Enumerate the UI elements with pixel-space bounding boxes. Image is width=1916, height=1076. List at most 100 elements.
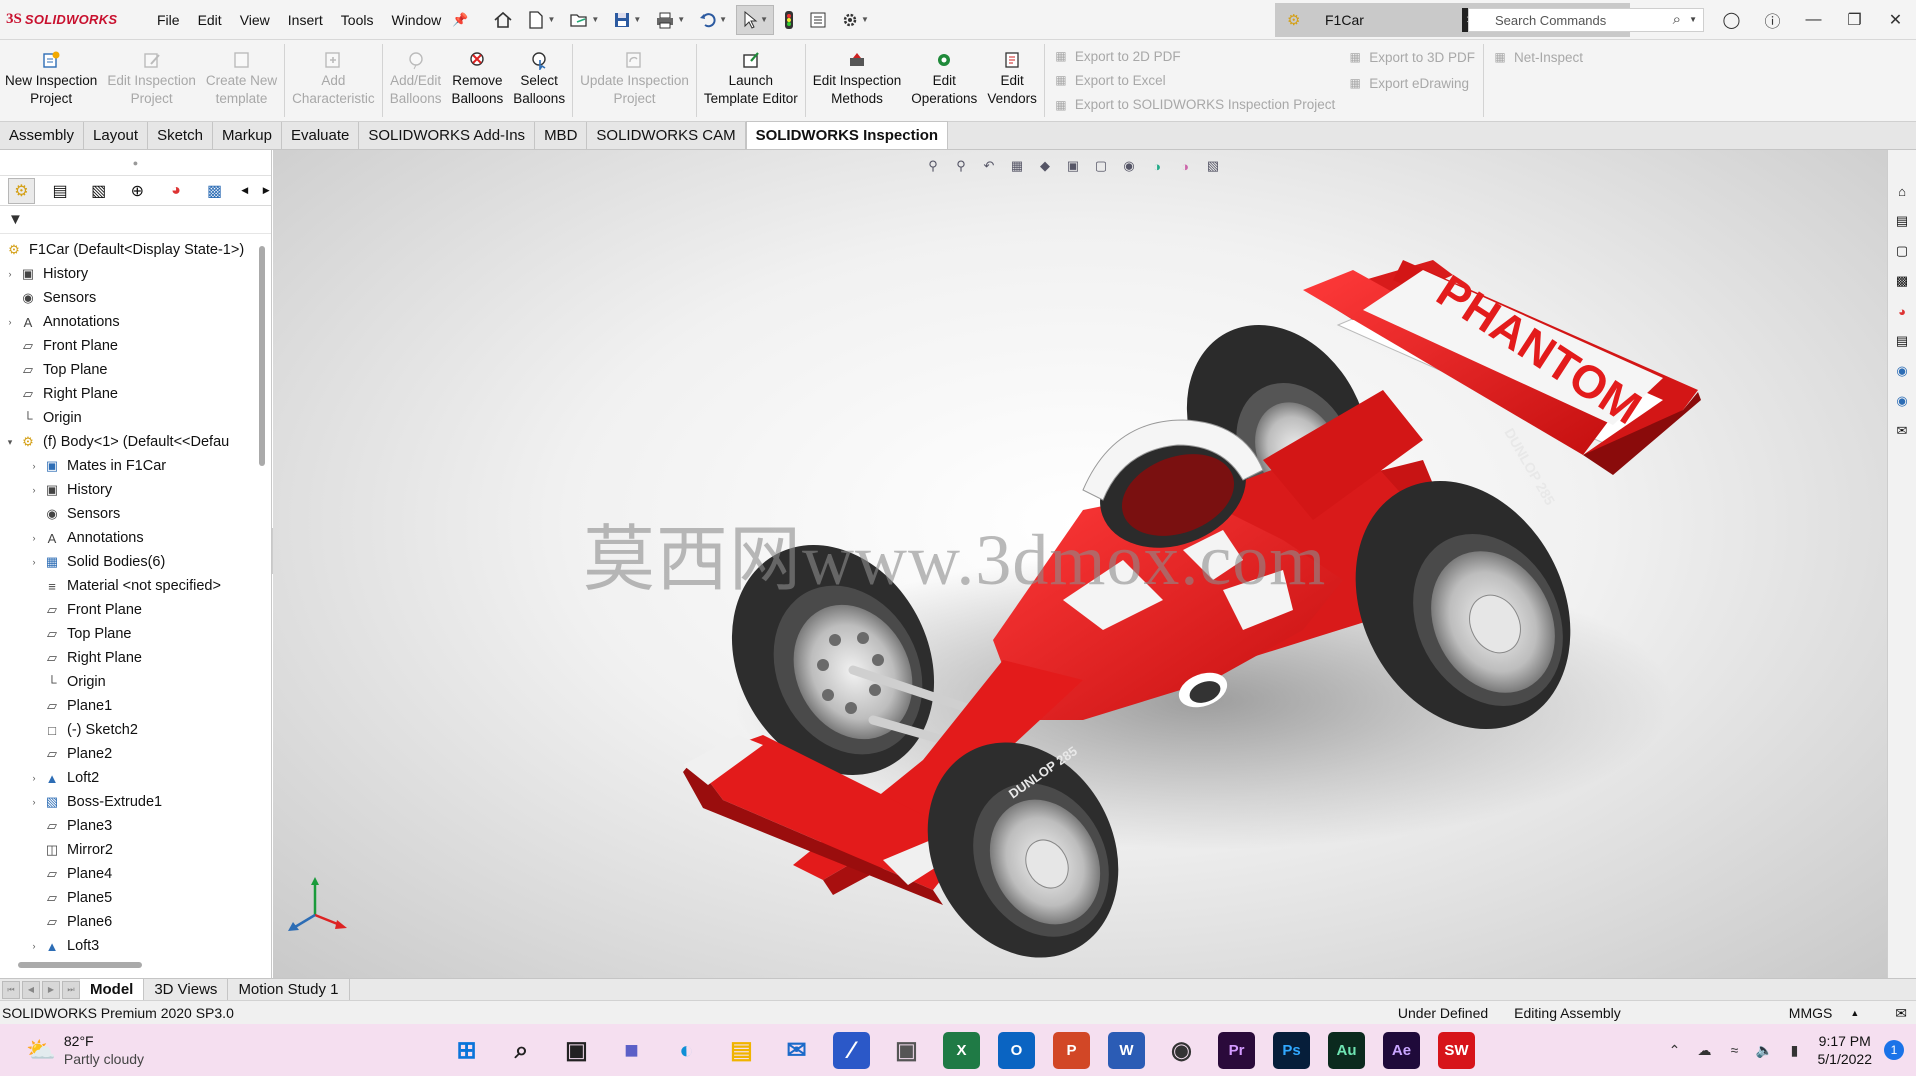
dimxpert-manager-tab-icon[interactable]: ⊕ [124,178,151,204]
tree-node[interactable]: › ▧ Boss-Extrude1 [0,790,256,814]
configuration-manager-tab-icon[interactable]: ▧ [85,178,112,204]
feature-manager-tab-icon[interactable]: ⚙ [8,177,35,204]
tree-node[interactable]: ◫ Mirror2 [0,838,256,862]
add-characteristic-button[interactable]: Add Characteristic [287,40,380,121]
status-comments-icon[interactable]: ✉ [1886,1005,1916,1022]
menu-window[interactable]: Window [382,12,450,28]
home-button[interactable] [488,5,518,35]
tab-evaluate[interactable]: Evaluate [282,122,360,149]
expand-arrow-icon[interactable]: › [28,533,40,543]
search-app[interactable]: ⌕ [503,1032,540,1069]
mail-app[interactable]: ✉ [778,1032,815,1069]
tree-node[interactable]: ▱ Front Plane [0,334,256,358]
tree-node[interactable]: ◉ Sensors [0,286,256,310]
tab-mbd[interactable]: MBD [535,122,588,149]
export-3d-pdf-button[interactable]: ▦ Export to 3D PDF [1347,44,1475,70]
tree-root[interactable]: ⚙ F1Car (Default<Display State-1>) [0,238,256,262]
edit-operations-button[interactable]: Edit Operations [906,40,982,121]
tree-node[interactable]: › ▦ Solid Bodies(6) [0,550,256,574]
unit-menu-icon[interactable]: ▲ [1841,1008,1868,1018]
tree-filter-row[interactable]: ▼​ [0,206,271,234]
tab-model[interactable]: Model [80,978,145,1001]
task-view-app[interactable]: ▣ [558,1032,595,1069]
tree-node[interactable]: ▾ ⚙ (f) Body<1> (Default<<Defau [0,430,256,454]
property-manager-tab-icon[interactable]: ▤ [47,178,74,204]
weather-widget[interactable]: ⛅ 82°F Partly cloudy [26,1032,426,1068]
restore-button[interactable]: ❐ [1834,10,1875,30]
collapse-arrow-icon[interactable]: ▾ [4,437,16,448]
chrome-app[interactable]: ◉ [1163,1032,1200,1069]
net-inspect-button[interactable]: ▦ Net-Inspect [1492,44,1583,70]
tab-motion-study-1[interactable]: Motion Study 1 [228,978,350,1001]
select-button[interactable]: ▼ [736,4,774,35]
tree-node[interactable]: › ▲ Loft2 [0,766,256,790]
export-sw-inspection-button[interactable]: ▦ Export to SOLIDWORKS Inspection Project [1053,93,1335,117]
new-inspection-project-button[interactable]: New Inspection Project [0,40,102,121]
premiere-app[interactable]: Pr [1218,1032,1255,1069]
edge-app[interactable]: ◐ [668,1032,705,1069]
expand-arrow-icon[interactable]: › [4,269,16,279]
tree-vertical-scrollbar[interactable] [258,246,266,962]
panel-scroll-left-icon[interactable]: ◀ [240,178,250,204]
tree-node[interactable]: ▱ Plane6 [0,910,256,934]
battery-icon[interactable]: ▮ [1780,1042,1810,1059]
tree-node[interactable]: › ▣ Mates in F1Car [0,454,256,478]
solidworks-forum-icon[interactable]: ◉ [1891,360,1913,382]
update-inspection-project-button[interactable]: Update Inspection Project [575,40,694,121]
appearances-icon[interactable]: ◕ [1891,300,1913,322]
reference-triad[interactable] [285,875,355,935]
tree-node[interactable]: ▱ Plane4 [0,862,256,886]
camera-app[interactable]: ▣ [888,1032,925,1069]
comments-icon[interactable]: ✉ [1891,420,1913,442]
tree-node[interactable]: › ▲ Loft3 [0,934,256,958]
tab-layout[interactable]: Layout [84,122,149,149]
start-button[interactable]: ⊞ [448,1032,485,1069]
last-tab-icon[interactable]: ⏭ [62,980,80,999]
menu-view[interactable]: View [231,12,279,28]
expand-arrow-icon[interactable]: › [28,485,40,495]
tab-solidworks-add-ins[interactable]: SOLIDWORKS Add-Ins [359,122,536,149]
onedrive-icon[interactable]: ☁ [1690,1042,1720,1059]
next-tab-icon[interactable]: ▶ [42,980,60,999]
menu-file[interactable]: File [148,12,189,28]
first-tab-icon[interactable]: ⏮ [2,980,20,999]
scrollbar-thumb[interactable] [259,246,265,466]
tree-node[interactable]: › ▣ History [0,262,256,286]
tree-node[interactable]: └ Origin [0,406,256,430]
expand-arrow-icon[interactable]: › [28,461,40,471]
powerpoint-app[interactable]: P [1053,1032,1090,1069]
outlook-app[interactable]: O [998,1032,1035,1069]
pin-menu-icon[interactable]: 📌 [452,12,468,28]
tree-node[interactable]: ▱ Plane5 [0,886,256,910]
filter-icon[interactable]: ▼​ [8,211,23,228]
expand-arrow-icon[interactable]: › [4,317,16,327]
menu-edit[interactable]: Edit [189,12,231,28]
graphics-area[interactable]: ⚲ ⚲ ↶ ▦ ◆ ▣ ▢ ◉ ◑ ◑ ▧ PHANTOM DUNLOP 285… [273,150,1887,978]
search-commands-input[interactable]: Search Commands ⌕ ▼ [1468,8,1704,32]
aftereffects-app[interactable]: Ae [1383,1032,1420,1069]
tree-node[interactable]: › ▣ History [0,478,256,502]
menu-tools[interactable]: Tools [332,12,383,28]
user-account-icon[interactable]: ◯ [1711,10,1752,30]
export-2d-pdf-button[interactable]: ▦ Export to 2D PDF [1053,44,1335,68]
new-document-button[interactable]: ▼ [522,5,560,35]
tree-node[interactable]: ▱ Top Plane [0,358,256,382]
display-manager-tab-icon[interactable]: ◕ [163,178,190,204]
show-hidden-icons-icon[interactable]: ⌃ [1660,1042,1690,1059]
prev-tab-icon[interactable]: ◀ [22,980,40,999]
design-library-icon[interactable]: ▤ [1891,210,1913,232]
tab-markup[interactable]: Markup [213,122,282,149]
expand-arrow-icon[interactable]: › [28,773,40,783]
tree-node[interactable]: › A Annotations [0,526,256,550]
panel-scroll-right-icon[interactable]: ▶ [261,178,271,204]
view-palette-icon[interactable]: ▩ [1891,270,1913,292]
photoshop-app[interactable]: Ps [1273,1032,1310,1069]
tree-node[interactable]: ▱ Right Plane [0,382,256,406]
tab-3d-views[interactable]: 3D Views [144,978,229,1001]
minimize-button[interactable]: — [1793,11,1834,29]
audition-app[interactable]: Au [1328,1032,1365,1069]
tab-solidworks-inspection[interactable]: SOLIDWORKS Inspection [745,121,949,149]
edit-inspection-methods-button[interactable]: Edit Inspection Methods [808,40,907,121]
calc-app[interactable]: ∕ [833,1032,870,1069]
edit-vendors-button[interactable]: Edit Vendors [982,40,1042,121]
